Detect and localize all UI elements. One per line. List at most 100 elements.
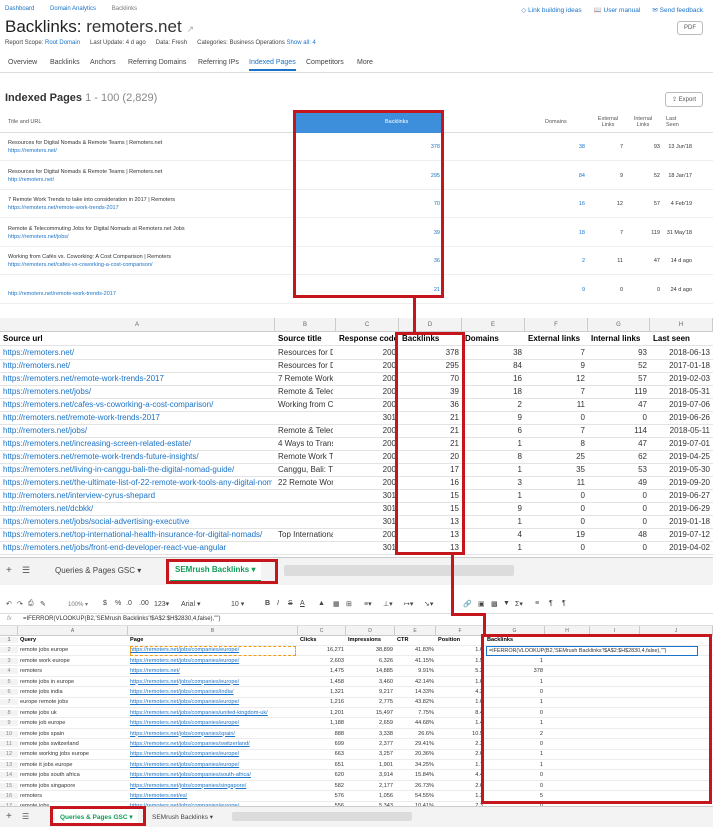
tab-overview[interactable]: Overview — [8, 59, 37, 66]
active-cell-editor[interactable]: =IFERROR(VLOOKUP(B2,'SEMrush Backlinks'!… — [486, 646, 698, 656]
cell[interactable]: 8 — [528, 439, 585, 448]
tab-competitors[interactable]: Competitors — [306, 59, 344, 66]
row-number[interactable]: 2 — [0, 647, 18, 654]
cell[interactable]: 1.7 — [438, 762, 483, 768]
cell[interactable]: remoters — [20, 793, 126, 799]
italic-icon[interactable]: I — [277, 600, 279, 607]
cell[interactable]: 2017-01-18 — [653, 361, 710, 370]
cell[interactable]: 15.84% — [397, 772, 434, 778]
cell[interactable]: 47 — [591, 439, 647, 448]
cell[interactable]: 29.41% — [397, 741, 434, 747]
cell[interactable]: 8 — [465, 452, 522, 461]
header-cell[interactable]: Page — [130, 637, 296, 643]
row-domains[interactable]: 84 — [545, 173, 585, 179]
cell[interactable]: 84 — [465, 361, 522, 370]
cell-url[interactable]: https://remoters.net/jobs/companies/indi… — [130, 689, 296, 695]
font-select[interactable]: Arial ▾ — [181, 600, 200, 608]
column-header[interactable]: F — [436, 626, 485, 636]
cell-url[interactable]: https://remoters.net/jobs/front-end-deve… — [3, 543, 272, 552]
column-header[interactable]: D — [399, 318, 462, 332]
row-url[interactable]: https://remoters.net/cafes-vs-coworking-… — [8, 262, 153, 268]
header-cell[interactable]: Last seen — [653, 334, 710, 343]
cell[interactable]: 4 Ways to Transit — [278, 439, 333, 448]
row-number[interactable]: 6 — [0, 689, 18, 695]
rotate-icon[interactable]: ➘▾ — [424, 600, 433, 608]
cell-url[interactable]: http://remoters.net/remote-work-trends-2… — [3, 413, 272, 422]
fill-color-icon[interactable]: ▲ — [318, 600, 325, 607]
row-number[interactable]: 15 — [0, 782, 18, 789]
cell[interactable]: 1,056 — [348, 793, 393, 799]
cell[interactable]: 200 — [339, 400, 396, 409]
currency-icon[interactable]: $ — [103, 600, 107, 607]
cell[interactable]: 14.33% — [397, 689, 434, 695]
cell[interactable]: 2019-07-12 — [653, 530, 710, 539]
cell[interactable]: 301 — [339, 413, 396, 422]
cell[interactable]: 3,338 — [348, 731, 393, 737]
text-direction-icon[interactable]: ¶ — [562, 600, 566, 607]
header-cell[interactable]: External links — [528, 334, 585, 343]
cell-url[interactable]: https://remoters.net/es/ — [130, 793, 296, 799]
cell[interactable]: 1,201 — [300, 710, 344, 716]
column-header[interactable]: G — [588, 318, 650, 332]
sheet-tab-queries[interactable]: Queries & Pages GSC ▾ — [55, 566, 141, 575]
cell[interactable]: Working from Ca — [278, 400, 333, 409]
cell[interactable]: 301 — [339, 491, 396, 500]
scope-dropdown[interactable]: Root Domain — [45, 40, 80, 46]
cell[interactable]: 699 — [300, 741, 344, 747]
cell[interactable]: Resources for Di — [278, 361, 333, 370]
cell[interactable]: 2.6 — [438, 783, 483, 789]
row-number[interactable]: 14 — [0, 772, 18, 779]
breadcrumb-item[interactable]: Domain Analytics — [50, 6, 96, 12]
cell[interactable]: 1,216 — [300, 699, 344, 705]
row-domains[interactable]: 2 — [545, 258, 585, 264]
col-external-links[interactable]: External Links — [593, 116, 623, 128]
cell[interactable]: 2019-07-06 — [653, 400, 710, 409]
cell[interactable]: 620 — [300, 772, 344, 778]
add-sheet-icon[interactable]: + — [6, 565, 12, 576]
cell[interactable]: 34.25% — [397, 762, 434, 768]
cell[interactable]: 1,321 — [300, 689, 344, 695]
cell[interactable]: 22 Remote Work — [278, 478, 333, 487]
cell[interactable]: 200 — [339, 465, 396, 474]
cell[interactable]: 0 — [591, 504, 647, 513]
zoom-select[interactable]: 100% ▾ — [68, 601, 88, 608]
cell[interactable]: 2,177 — [348, 783, 393, 789]
cell[interactable]: 2018-05-31 — [653, 387, 710, 396]
borders-icon[interactable]: ▦ — [333, 600, 340, 608]
cell[interactable]: 47 — [591, 400, 647, 409]
cell-url[interactable]: http://remoters.net/interview-cyrus-shep… — [3, 491, 272, 500]
cell[interactable]: 3,460 — [348, 679, 393, 685]
wrap-icon[interactable]: ↦▾ — [404, 600, 413, 608]
cell[interactable]: 41.83% — [397, 647, 434, 653]
cell[interactable]: Remote & Teleco — [278, 426, 333, 435]
cell[interactable]: 6 — [465, 426, 522, 435]
cell[interactable]: 9 — [528, 361, 585, 370]
col-domains[interactable]: Domains — [545, 119, 567, 125]
header-cell[interactable]: Internal links — [591, 334, 647, 343]
cell[interactable]: 93 — [591, 348, 647, 357]
cell[interactable]: 54.55% — [397, 793, 434, 799]
cell[interactable]: 26.73% — [397, 783, 434, 789]
row-number[interactable]: 9 — [0, 720, 18, 727]
cell[interactable]: 3,914 — [348, 772, 393, 778]
cell[interactable]: 4.3 — [438, 689, 483, 695]
cell[interactable]: 44.68% — [397, 720, 434, 726]
cell[interactable]: 4.4 — [438, 772, 483, 778]
cell[interactable]: 2019-05-30 — [653, 465, 710, 474]
cell-url[interactable]: https://remoters.net/living-in-canggu-ba… — [3, 465, 272, 474]
cell[interactable]: remote jobs uk — [20, 710, 126, 716]
cell[interactable]: 0 — [528, 504, 585, 513]
cell[interactable]: 7 — [528, 387, 585, 396]
row-number[interactable]: 8 — [0, 709, 18, 716]
cell[interactable]: 1,901 — [348, 762, 393, 768]
more-formats-icon[interactable]: 123▾ — [154, 600, 169, 608]
cell[interactable]: 0 — [528, 517, 585, 526]
row-url[interactable]: http://remoters.net/remote-work-trends-2… — [8, 291, 116, 297]
tab-backlinks[interactable]: Backlinks — [50, 59, 80, 66]
row-number[interactable]: 10 — [0, 730, 18, 737]
cell[interactable]: 2018-05-11 — [653, 426, 710, 435]
cell[interactable]: 6,326 — [348, 658, 393, 664]
cell-url[interactable]: https://remoters.net/jobs/social-adverti… — [3, 517, 272, 526]
cell[interactable]: 38 — [465, 348, 522, 357]
header-cell[interactable]: Source url — [3, 334, 272, 343]
